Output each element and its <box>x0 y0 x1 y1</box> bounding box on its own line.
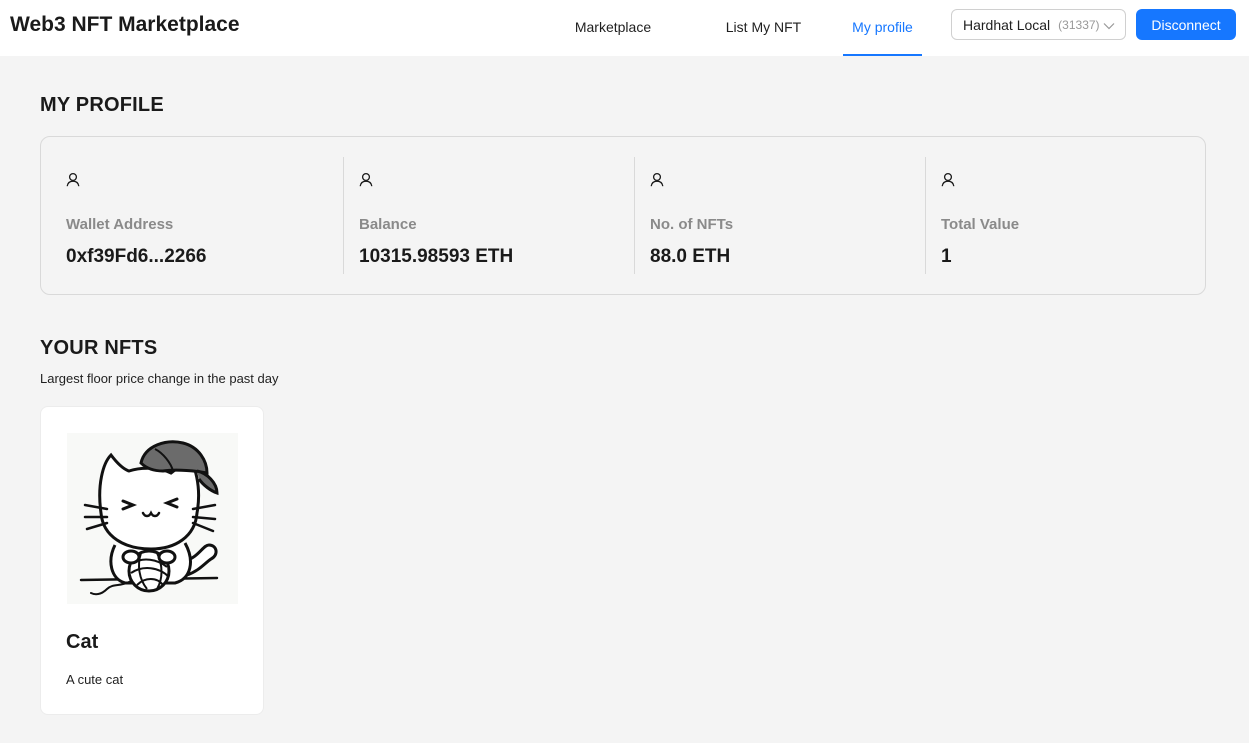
stat-label: Total Value <box>941 216 1020 233</box>
top-header: Web3 NFT Marketplace Marketplace List My… <box>0 0 1249 56</box>
nft-card[interactable]: Cat A cute cat <box>40 406 264 715</box>
stat-value: 0xf39Fd6...2266 <box>66 246 207 267</box>
nav-list-my-nft[interactable]: List My NFT <box>684 0 843 56</box>
nft-name: Cat <box>66 631 99 653</box>
stat-value: 88.0 ETH <box>650 246 731 267</box>
disconnect-button[interactable]: Disconnect <box>1136 9 1236 40</box>
stat-nft-count: No. of NFTs 88.0 ETH <box>634 157 925 274</box>
nav-marketplace[interactable]: Marketplace <box>542 0 684 56</box>
main-nav: Marketplace List My NFT My profile <box>542 0 922 56</box>
stat-label: Wallet Address <box>66 216 174 233</box>
stat-value: 10315.98593 ETH <box>359 246 514 267</box>
network-chain-id: (31337) <box>1058 17 1100 32</box>
nft-description: A cute cat <box>66 672 124 687</box>
stat-label: Balance <box>359 216 417 233</box>
stat-balance: Balance 10315.98593 ETH <box>343 157 634 274</box>
stat-total-value: Total Value 1 <box>925 157 1205 274</box>
user-icon <box>650 172 664 192</box>
user-icon <box>941 172 955 192</box>
stat-value: 1 <box>941 246 952 267</box>
stat-label: No. of NFTs <box>650 216 734 233</box>
user-icon <box>359 172 373 192</box>
nav-my-profile[interactable]: My profile <box>843 0 922 56</box>
nfts-title: YOUR NFTS <box>40 337 158 359</box>
profile-stats-card: Wallet Address 0xf39Fd6...2266 Balance 1… <box>40 136 1206 295</box>
nft-image <box>67 433 238 604</box>
stat-wallet-address: Wallet Address 0xf39Fd6...2266 <box>41 157 343 274</box>
nfts-subtitle: Largest floor price change in the past d… <box>40 371 279 386</box>
cat-illustration <box>67 433 238 604</box>
user-icon <box>66 172 80 192</box>
app-title: Web3 NFT Marketplace <box>10 13 240 36</box>
chevron-down-icon <box>1103 19 1115 35</box>
network-name: Hardhat Local <box>963 16 1051 33</box>
profile-title: MY PROFILE <box>40 94 164 116</box>
network-select[interactable]: Hardhat Local (31337) <box>951 9 1126 40</box>
